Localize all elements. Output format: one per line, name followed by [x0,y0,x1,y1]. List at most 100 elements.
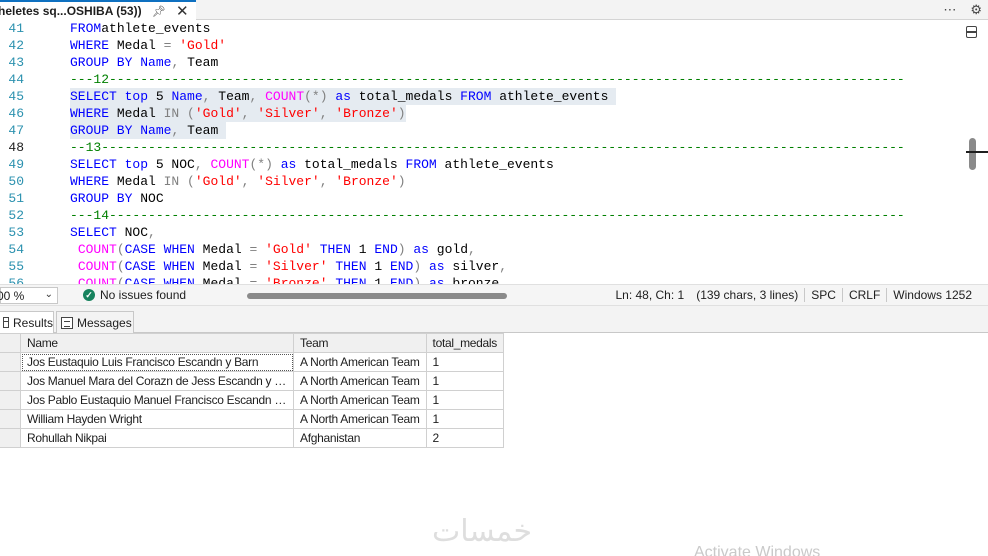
cell-total-medals[interactable]: 2 [425,428,505,448]
cell-total-medals[interactable]: 1 [425,371,505,391]
ellipsis-icon[interactable]: ⋯ [943,2,956,18]
check-circle-icon: ✓ [83,289,95,301]
code-text: --13------------------------------------… [70,140,905,155]
line-number: 54 [8,242,24,257]
vertical-scrollbar[interactable] [964,20,988,284]
cell-name[interactable]: Rohullah Nikpai [20,428,294,448]
code-text: WHERE Medal IN ('Gold', 'Silver', 'Bronz… [70,174,406,189]
code-line[interactable]: 56 COUNT(CASE WHEN Medal = 'Bronze' THEN… [0,275,965,284]
grid-header-row: Name Team total_medals [0,333,505,353]
row-header[interactable] [0,352,21,372]
code-text: FROMathlete_events [70,21,211,36]
line-number: 49 [8,157,24,172]
line-number: 43 [8,55,24,70]
site-watermark: خمسات [432,514,533,549]
select-all-corner[interactable] [0,333,21,353]
issues-text: No issues found [100,288,187,302]
vertical-scrollbar-thumb[interactable] [969,138,976,170]
code-line[interactable]: 43 GROUP BY Name, Team [0,54,965,71]
code-line[interactable]: 55 COUNT(CASE WHEN Medal = 'Silver' THEN… [0,258,965,275]
pin-icon[interactable]: 📌︎ [152,5,166,18]
cell-total-medals[interactable]: 1 [425,352,505,372]
gear-icon[interactable]: ⚙ [970,2,982,18]
code-line[interactable]: 45 SELECT top 5 Name, Team, COUNT(*) as t… [0,88,965,105]
query-tab[interactable]: heletes sq...OSHIBA (53)) 📌︎ ✕ [0,0,196,20]
activate-windows-overlay: Activate Windows [694,544,821,556]
cell-total-medals[interactable]: 1 [425,409,505,429]
indent-mode[interactable]: SPC [805,288,842,302]
code-text: SELECT top 5 Name, Team, COUNT(*) as tot… [70,88,617,105]
tab-results[interactable]: Results [0,311,54,333]
table-row[interactable]: Jos Manuel Mara del Corazn de Jess Escan… [0,371,505,391]
cell-name[interactable]: Jos Eustaquio Luis Francisco Escandn y B… [20,352,294,372]
selection-info: (139 chars, 3 lines) [696,288,799,302]
code-line[interactable]: 50 WHERE Medal IN ('Gold', 'Silver', 'Bro… [0,173,965,190]
code-line[interactable]: 41 FROMathlete_events [0,20,965,37]
code-line[interactable]: 47 GROUP BY Name, Team [0,122,965,139]
issues-indicator[interactable]: ✓ No issues found [83,288,186,302]
column-header-team[interactable]: Team [293,333,427,353]
line-number: 46 [8,106,24,121]
cursor-position[interactable]: Ln: 48, Ch: 1 [609,288,690,302]
cell-team[interactable]: Afghanistan [293,428,427,448]
table-row[interactable]: Rohullah Nikpai Afghanistan 2 [0,428,505,448]
cell-team[interactable]: A North American Team [293,371,427,391]
cell-team[interactable]: A North American Team [293,352,427,372]
line-number: 53 [8,225,24,240]
line-number: 47 [8,123,24,138]
line-number: 55 [8,259,24,274]
zoom-value: 00 % [0,288,25,303]
results-grid: Name Team total_medals Jos Eustaquio Lui… [0,333,505,448]
line-ending[interactable]: CRLF [843,288,886,302]
messages-icon [61,316,73,329]
tab-strip-actions: ⋯ ⚙ [943,0,982,20]
code-text: GROUP BY Name, Team [70,55,219,70]
close-icon[interactable]: ✕ [176,4,189,19]
code-line[interactable]: 52 ---14---------------------------------… [0,207,965,224]
code-line[interactable]: 49 SELECT top 5 NOC, COUNT(*) as total_me… [0,156,965,173]
cell-team[interactable]: A North American Team [293,390,427,410]
row-header[interactable] [0,390,21,410]
code-line[interactable]: 54 COUNT(CASE WHEN Medal = 'Gold' THEN 1… [0,241,965,258]
row-header[interactable] [0,428,21,448]
row-header[interactable] [0,371,21,391]
chevron-down-icon: ⌄ [44,289,53,300]
code-text: COUNT(CASE WHEN Medal = 'Bronze' THEN 1 … [77,276,500,284]
row-header[interactable] [0,409,21,429]
code-text: ---12-----------------------------------… [70,72,905,87]
code-line[interactable]: 48 --13----------------------------------… [0,139,965,156]
line-number: 51 [8,191,24,206]
code-text: SELECT NOC, [70,225,156,240]
cell-total-medals[interactable]: 1 [425,390,505,410]
sql-editor[interactable]: 56 COUNT(CASE WHEN Medal = 'Bronze' THEN… [0,20,988,284]
code-line[interactable]: 51 GROUP BY NOC [0,190,965,207]
code-text: COUNT(CASE WHEN Medal = 'Silver' THEN 1 … [77,259,508,274]
line-number: 50 [8,174,24,189]
split-editor-icon[interactable] [966,26,977,38]
cell-name[interactable]: Jos Pablo Eustaquio Manuel Francisco Esc… [20,390,294,410]
table-row[interactable]: William Hayden Wright A North American T… [0,409,505,429]
code-line[interactable]: 53 SELECT NOC, [0,224,965,241]
tab-messages[interactable]: Messages [56,311,134,333]
horizontal-scrollbar-thumb[interactable] [247,293,507,299]
tab-results-label: Results [12,315,53,330]
tab-messages-label: Messages [77,315,132,330]
cell-name[interactable]: William Hayden Wright [20,409,294,429]
code-text: SELECT top 5 NOC, COUNT(*) as total_meda… [70,157,554,172]
code-line[interactable]: 46 WHERE Medal IN ('Gold', 'Silver', 'Bro… [0,105,965,122]
line-number: 48 [8,140,24,155]
line-number: 56 [8,276,24,284]
line-number: 52 [8,208,24,223]
code-text: COUNT(CASE WHEN Medal = 'Gold' THEN 1 EN… [77,242,476,257]
code-text: ---14-----------------------------------… [70,208,905,223]
zoom-select[interactable]: 00 % ⌄ [0,287,58,304]
encoding[interactable]: Windows 1252 [887,288,978,302]
column-header-total-medals[interactable]: total_medals [425,333,505,353]
table-row[interactable]: Jos Eustaquio Luis Francisco Escandn y B… [0,352,505,372]
code-line[interactable]: 42 WHERE Medal = 'Gold' [0,37,965,54]
code-line[interactable]: 44 ---12---------------------------------… [0,71,965,88]
column-header-name[interactable]: Name [20,333,294,353]
cell-team[interactable]: A North American Team [293,409,427,429]
table-row[interactable]: Jos Pablo Eustaquio Manuel Francisco Esc… [0,390,505,410]
cell-name[interactable]: Jos Manuel Mara del Corazn de Jess Escan… [20,371,294,391]
